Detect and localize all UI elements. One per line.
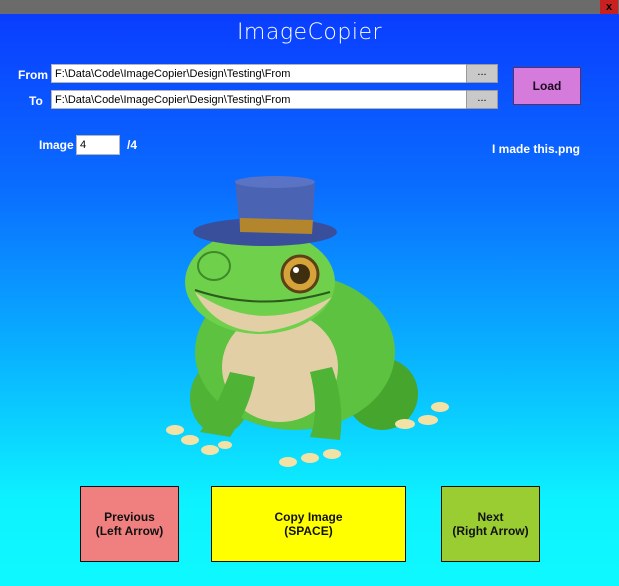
close-button[interactable]: x — [600, 0, 618, 14]
frog-with-top-hat-image — [166, 176, 449, 467]
to-label: To — [29, 94, 43, 108]
image-total: /4 — [127, 138, 138, 152]
from-browse-button[interactable]: ... — [466, 64, 498, 83]
next-button-shortcut: (Right Arrow) — [452, 524, 529, 538]
copy-image-button-shortcut: (SPACE) — [284, 524, 333, 538]
app-title: ImageCopier — [236, 20, 383, 45]
load-button[interactable]: Load — [513, 67, 581, 105]
to-browse-button[interactable]: ... — [466, 90, 498, 109]
image-number-input[interactable] — [76, 135, 120, 155]
next-button[interactable]: Next (Right Arrow) — [441, 486, 540, 562]
main-window: ImageCopier From ... To ... Load Image /… — [0, 14, 619, 586]
copy-image-button[interactable]: Copy Image (SPACE) — [211, 486, 406, 562]
previous-button[interactable]: Previous (Left Arrow) — [80, 486, 179, 562]
copy-image-button-label: Copy Image — [274, 510, 343, 524]
image-counter-label: Image — [39, 138, 74, 152]
from-path-input[interactable] — [51, 64, 467, 83]
close-icon: x — [605, 1, 613, 13]
filename-label: I made this.png — [491, 142, 580, 156]
to-path-input[interactable] — [51, 90, 467, 109]
from-label: From — [18, 68, 48, 82]
previous-button-label: Previous — [104, 510, 155, 524]
previous-button-shortcut: (Left Arrow) — [95, 524, 164, 538]
image-preview — [160, 162, 460, 477]
next-button-label: Next — [477, 510, 504, 524]
title-bar: x — [0, 0, 619, 14]
